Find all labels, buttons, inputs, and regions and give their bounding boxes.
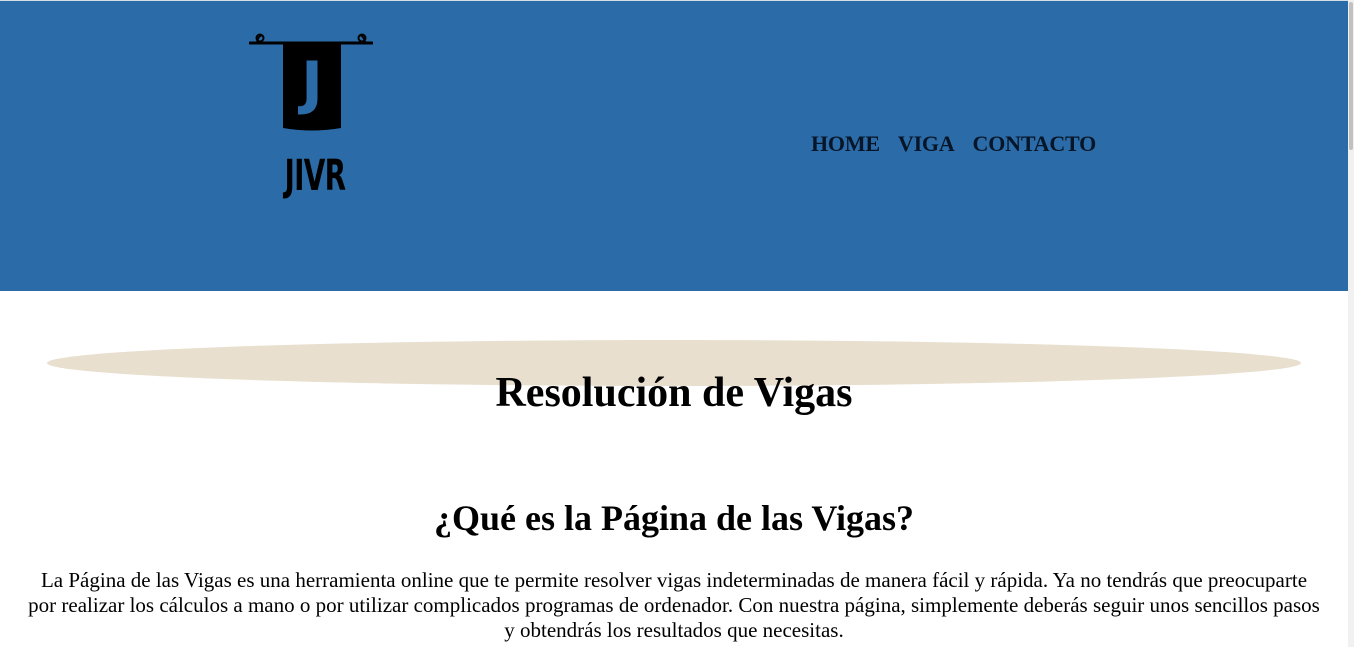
site-header: J JIVR HOME VIGA CONTACTO: [0, 0, 1348, 291]
vertical-scrollbar[interactable]: [1348, 0, 1354, 647]
section-title: ¿Qué es la Página de las Vigas?: [433, 497, 915, 538]
nav-link-home[interactable]: HOME: [811, 131, 880, 157]
logo-text: JIVR: [284, 151, 347, 201]
nav-link-contacto[interactable]: CONTACTO: [973, 131, 1097, 157]
main-navigation: HOME VIGA CONTACTO: [811, 129, 1096, 159]
site-logo[interactable]: J JIVR: [248, 30, 374, 208]
nav-link-viga[interactable]: VIGA: [898, 131, 955, 157]
scrollbar-thumb[interactable]: [1349, 2, 1353, 150]
page-description: La Página de las Vigas es una herramient…: [28, 568, 1320, 642]
page: J JIVR HOME VIGA CONTACTO Resolución de …: [0, 0, 1354, 647]
logo-letter-j: J: [297, 49, 323, 117]
page-title: Resolución de Vigas: [495, 370, 853, 417]
